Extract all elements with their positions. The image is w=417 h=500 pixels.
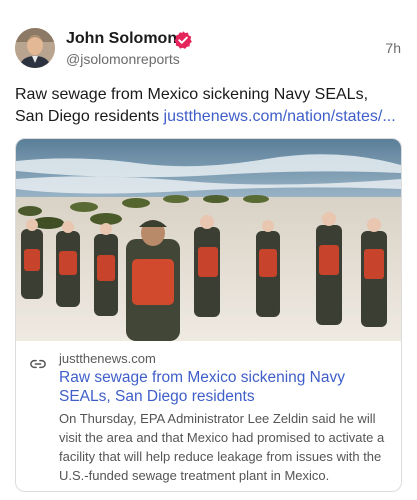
link-card-title[interactable]: Raw sewage from Mexico sickening Navy SE…: [59, 368, 394, 406]
author-handle[interactable]: @jsolomonreports: [66, 51, 180, 67]
link-card-domain: justthenews.com: [59, 351, 156, 366]
verified-badge-icon: [174, 31, 192, 49]
post-timestamp[interactable]: 7h: [385, 40, 401, 56]
post-text: Raw sewage from Mexico sickening Navy SE…: [15, 84, 400, 128]
post-card: John Solomon @jsolomonreports 7h Raw sew…: [0, 0, 417, 500]
link-icon: [30, 359, 46, 369]
post-link[interactable]: justthenews.com/nation/states/...: [164, 108, 396, 125]
link-preview-image: [16, 139, 401, 341]
link-preview-card[interactable]: justthenews.com Raw sewage from Mexico s…: [15, 138, 402, 492]
link-card-description: On Thursday, EPA Administrator Lee Zeldi…: [59, 411, 385, 483]
avatar[interactable]: [15, 28, 55, 68]
author-name[interactable]: John Solomon: [66, 30, 177, 48]
